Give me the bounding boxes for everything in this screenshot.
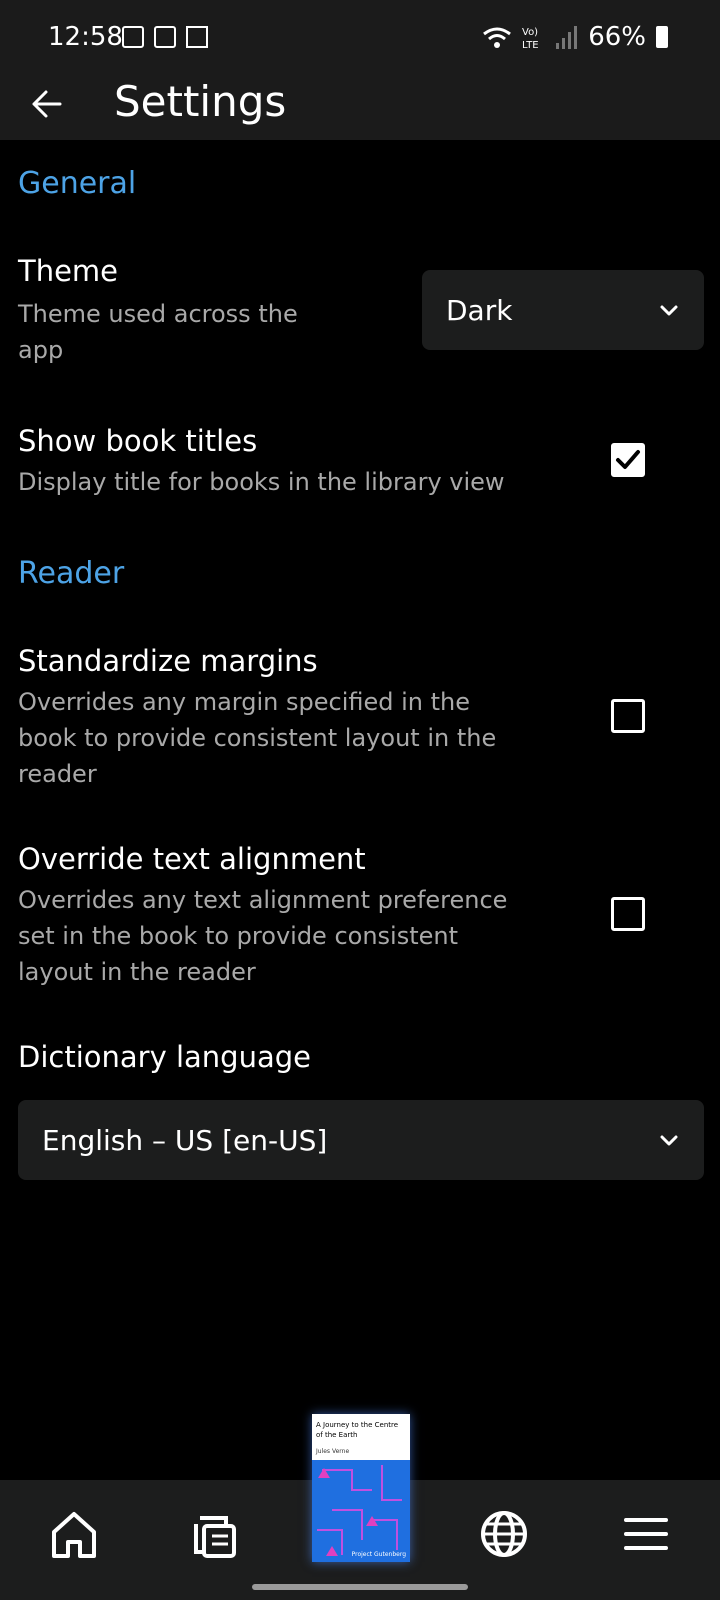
book-title: A Journey to the Centre of the Earth	[316, 1421, 399, 1439]
book-publisher: Project Gutenberg	[351, 1551, 406, 1558]
show-titles-checkbox[interactable]	[611, 443, 645, 477]
current-book-cover[interactable]: A Journey to the Centre of the Earth Jul…	[312, 1414, 410, 1562]
override-alignment-checkbox[interactable]	[611, 897, 645, 931]
gmail-notification-icon	[186, 26, 208, 48]
dictionary-language-value: English – US [en-US]	[42, 1123, 328, 1157]
battery-percent: 66%	[588, 22, 646, 52]
theme-select[interactable]: Dark	[422, 270, 704, 350]
checkmark-icon	[616, 450, 640, 469]
image-notification-icon	[122, 26, 144, 48]
home-icon[interactable]	[44, 1504, 104, 1564]
arrow-left-icon[interactable]	[26, 82, 70, 126]
battery-icon	[656, 26, 668, 48]
book-cover-header: A Journey to the Centre of the Earth Jul…	[312, 1414, 410, 1460]
app-bar: Settings	[0, 80, 720, 140]
theme-select-value: Dark	[446, 293, 513, 327]
svg-text:LTE: LTE	[522, 40, 539, 50]
theme-description: Theme used across the app	[18, 300, 298, 364]
override-alignment-title: Override text alignment	[18, 842, 366, 876]
dictionary-language-title: Dictionary language	[18, 1040, 311, 1074]
globe-icon[interactable]	[474, 1504, 534, 1564]
wifi-icon	[483, 27, 512, 48]
library-icon[interactable]	[186, 1504, 246, 1564]
signal-icon	[556, 26, 578, 49]
section-reader-heading: Reader	[18, 556, 125, 591]
gesture-home-bar[interactable]	[252, 1584, 468, 1590]
page-title: Settings	[114, 77, 287, 126]
status-bar: 12:58 Vo) LTE 66%	[0, 0, 720, 80]
standardize-margins-title: Standardize margins	[18, 644, 318, 678]
show-titles-description: Display title for books in the library v…	[18, 468, 505, 496]
dictionary-language-select[interactable]: English – US [en-US]	[18, 1100, 704, 1180]
notification-icons	[122, 26, 208, 48]
book-cover-art: Project Gutenberg	[312, 1460, 410, 1562]
section-general-heading: General	[18, 166, 137, 201]
status-time: 12:58	[48, 22, 123, 52]
svg-text:Vo): Vo)	[522, 27, 538, 38]
chevron-down-icon	[660, 1135, 678, 1146]
status-right: Vo) LTE 66%	[482, 22, 668, 52]
standardize-margins-description: Overrides any margin specified in the bo…	[18, 688, 497, 788]
chevron-down-icon	[660, 305, 678, 316]
override-alignment-description: Overrides any text alignment preference …	[18, 886, 508, 986]
maze-pattern-icon	[317, 1465, 402, 1556]
book-author: Jules Verne	[316, 1448, 350, 1455]
ge-notification-icon	[154, 26, 176, 48]
theme-title: Theme	[18, 254, 119, 288]
show-titles-title: Show book titles	[18, 424, 258, 458]
volte-icon: Vo) LTE	[522, 27, 539, 50]
menu-icon[interactable]	[616, 1504, 676, 1564]
standardize-margins-checkbox[interactable]	[611, 699, 645, 733]
